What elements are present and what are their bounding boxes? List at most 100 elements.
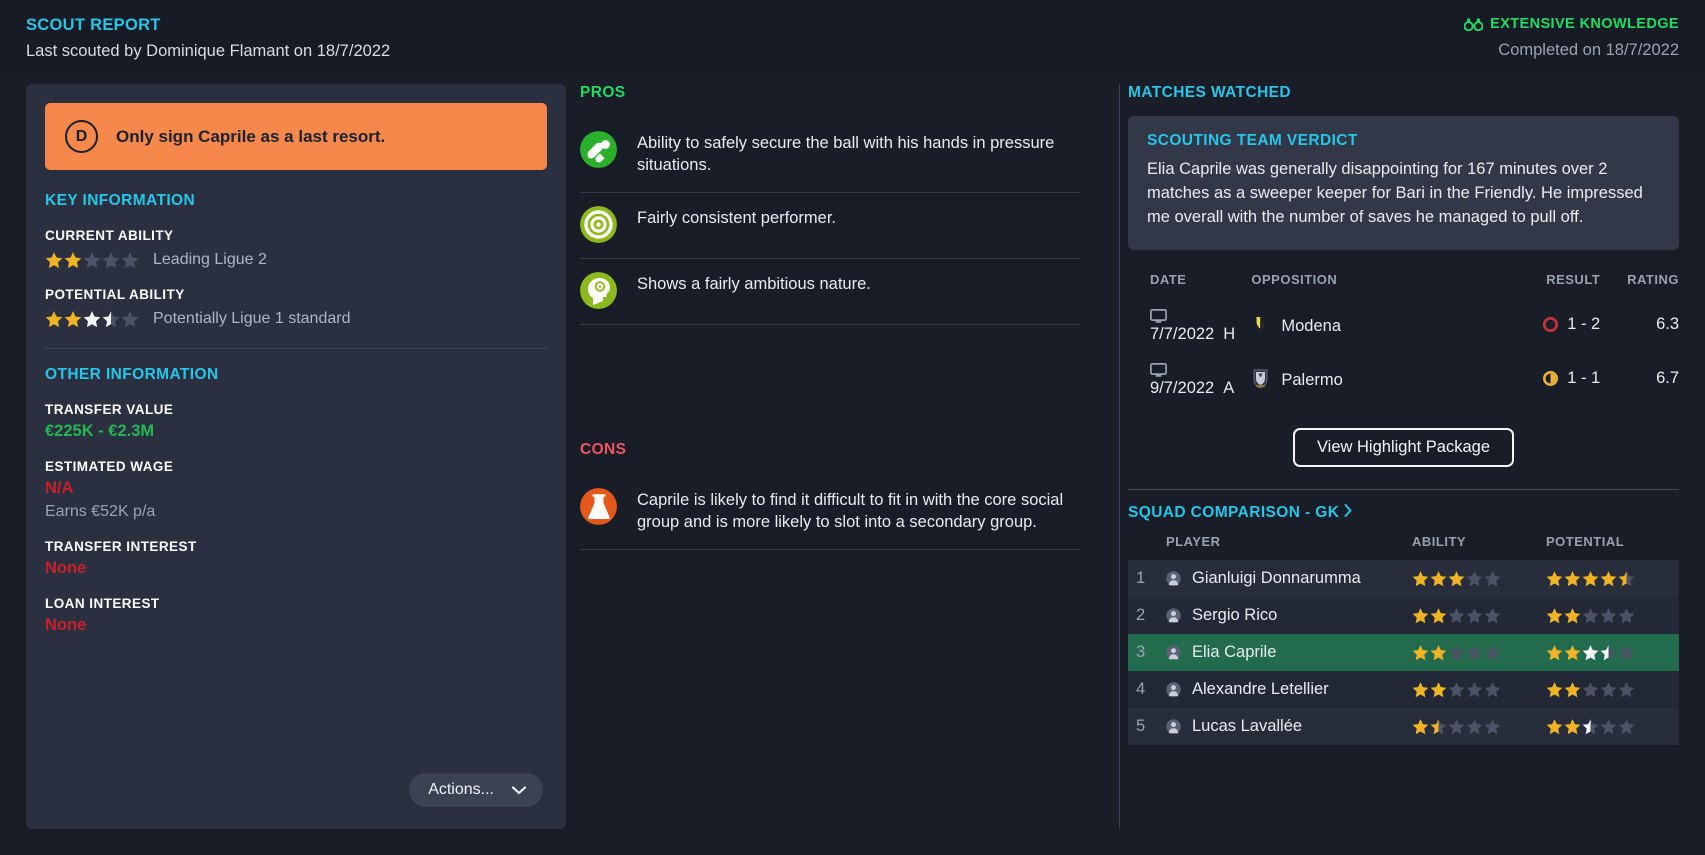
matches-table: DATE OPPOSITION RESULT RATING 7/7/2022 H M…	[1128, 268, 1679, 406]
current-ability-stars	[45, 251, 139, 269]
binoculars-icon	[1464, 17, 1484, 31]
scouting-team-verdict-card: SCOUTING TEAM VERDICT Elia Caprile was g…	[1128, 116, 1679, 250]
scout-advice-banner: D Only sign Caprile as a last resort.	[45, 103, 547, 170]
potential-ability-field: POTENTIAL ABILITY Potentially Ligue 1 st…	[45, 287, 547, 328]
key-information-panel: D Only sign Caprile as a last resort. KE…	[26, 84, 566, 829]
chevron-right-icon	[1344, 503, 1352, 522]
squad-ability-stars	[1412, 681, 1546, 698]
squad-comparison-link[interactable]: SQUAD COMPARISON - GK	[1128, 503, 1679, 522]
squad-ability-stars	[1412, 644, 1546, 661]
squad-potential-stars	[1546, 607, 1679, 624]
trait-text: Caprile is likely to find it difficult t…	[637, 491, 1064, 531]
squad-potential-cell	[1546, 634, 1679, 671]
info-field-value: N/A	[45, 479, 74, 497]
squad-ability-cell	[1412, 708, 1546, 745]
squad-ability-stars	[1412, 607, 1546, 624]
matches-table-body: 7/7/2022 H Modena 1 - 2 6.3 9/7/2022 A Palermo 1…	[1128, 298, 1679, 406]
cons-heading: CONS	[580, 441, 627, 458]
squad-player-name: Elia Caprile	[1192, 642, 1277, 661]
trait-item: Shows a fairly ambitious nature.	[580, 259, 1080, 325]
squad-row[interactable]: 5 Lucas Lavallée	[1128, 707, 1679, 745]
goalkeeper-gloves-icon	[580, 131, 617, 168]
player-avatar-icon	[1166, 608, 1181, 623]
squad-row[interactable]: 1 Gianluigi Donnarumma	[1128, 559, 1679, 597]
info-field-label: TRANSFER INTEREST	[45, 539, 197, 554]
match-opposition: Palermo	[1281, 370, 1343, 389]
squad-row[interactable]: 4 Alexandre Letellier	[1128, 670, 1679, 708]
player-avatar-icon	[1166, 571, 1181, 586]
info-field-label: TRANSFER VALUE	[45, 402, 174, 417]
squad-row[interactable]: 3 Elia Caprile	[1128, 633, 1679, 671]
highlight-package-wrapper: View Highlight Package	[1128, 427, 1679, 467]
chevron-down-icon	[512, 785, 526, 795]
section-divider	[45, 348, 547, 349]
squad-potential-cell	[1546, 708, 1679, 745]
squad-rank: 4	[1136, 679, 1146, 698]
trait-text: Fairly consistent performer.	[637, 208, 836, 227]
squad-ability-cell	[1412, 560, 1546, 597]
match-row[interactable]: 9/7/2022 A Palermo 1 - 1 6.7	[1128, 352, 1679, 406]
match-row[interactable]: 7/7/2022 H Modena 1 - 2 6.3	[1128, 298, 1679, 352]
squad-potential-stars	[1546, 718, 1679, 735]
info-field-value: None	[45, 616, 87, 634]
actions-button[interactable]: Actions...	[409, 773, 543, 807]
cons-list: Caprile is likely to find it difficult t…	[580, 475, 1080, 550]
match-date: 7/7/2022	[1150, 324, 1215, 343]
match-opposition: Modena	[1281, 316, 1342, 335]
tv-icon	[1150, 362, 1167, 377]
squad-ability-stars	[1412, 718, 1546, 735]
current-ability-field: CURRENT ABILITY Leading Ligue 2	[45, 228, 547, 269]
palermo-crest-icon	[1253, 369, 1268, 389]
knowledge-label: EXTENSIVE KNOWLEDGE	[1490, 16, 1679, 32]
squad-potential-cell	[1546, 597, 1679, 634]
potential-ability-description: Potentially Ligue 1 standard	[153, 310, 351, 327]
key-information-heading: KEY INFORMATION	[45, 192, 196, 209]
player-avatar-icon	[1166, 682, 1181, 697]
match-date: 9/7/2022	[1150, 378, 1215, 397]
pros-cons-panel: PROS Ability to safely secure the ball w…	[580, 84, 1080, 829]
info-field-label: ESTIMATED WAGE	[45, 459, 174, 474]
match-venue: H	[1223, 324, 1236, 343]
trait-item: Ability to safely secure the ball with h…	[580, 118, 1080, 193]
flask-icon	[580, 488, 617, 525]
info-field-value: None	[45, 559, 87, 577]
squad-potential-stars	[1546, 644, 1679, 661]
pros-list: Ability to safely secure the ball with h…	[580, 118, 1080, 325]
current-ability-description: Leading Ligue 2	[153, 251, 267, 268]
potential-ability-label: POTENTIAL ABILITY	[45, 287, 185, 302]
squad-col-ability: ABILITY	[1412, 533, 1467, 549]
match-result: 1 - 2	[1567, 315, 1601, 334]
modena-crest-icon	[1255, 315, 1266, 334]
squad-player-name: Alexandre Letellier	[1192, 679, 1329, 698]
squad-divider	[1128, 488, 1679, 490]
matches-header-row: DATE OPPOSITION RESULT RATING	[1128, 268, 1679, 298]
left-panel-body: KEY INFORMATION CURRENT ABILITY Leading …	[26, 170, 566, 635]
squad-comparison-label: SQUAD COMPARISON - GK	[1128, 503, 1340, 521]
potential-ability-row: Potentially Ligue 1 standard	[45, 310, 547, 328]
info-field-subvalue: Earns €52K p/a	[45, 503, 156, 520]
last-scouted-text: Last scouted by Dominique Flamant on 18/…	[26, 42, 391, 60]
other-information-heading: OTHER INFORMATION	[45, 366, 219, 383]
pros-heading: PROS	[580, 84, 626, 101]
target-icon	[580, 205, 617, 243]
squad-row[interactable]: 2 Sergio Rico	[1128, 596, 1679, 634]
squad-player-cell: Gianluigi Donnarumma	[1166, 560, 1412, 597]
squad-col-rank	[1128, 531, 1166, 560]
view-highlight-package-button[interactable]: View Highlight Package	[1292, 427, 1515, 467]
trait-item: Caprile is likely to find it difficult t…	[580, 475, 1080, 550]
match-rating: 6.7	[1656, 369, 1679, 388]
match-rating: 6.3	[1656, 315, 1679, 334]
matches-watched-heading: MATCHES WATCHED	[1128, 84, 1291, 101]
squad-potential-stars	[1546, 681, 1679, 698]
player-avatar-icon	[1166, 719, 1181, 734]
squad-header-row: PLAYER ABILITY POTENTIAL	[1128, 531, 1679, 560]
scout-report-screen: SCOUT REPORT Last scouted by Dominique F…	[0, 0, 1705, 855]
completed-date: Completed on 18/7/2022	[1498, 41, 1679, 59]
info-field: LOAN INTEREST None	[45, 596, 547, 635]
matches-col-result: RESULT	[1546, 271, 1601, 287]
squad-potential-stars	[1546, 570, 1679, 587]
squad-col-potential: POTENTIAL	[1546, 533, 1625, 549]
trait-text: Shows a fairly ambitious nature.	[637, 274, 871, 293]
verdict-body: Elia Caprile was generally disappointing…	[1147, 160, 1643, 226]
info-field-label: LOAN INTEREST	[45, 596, 160, 611]
